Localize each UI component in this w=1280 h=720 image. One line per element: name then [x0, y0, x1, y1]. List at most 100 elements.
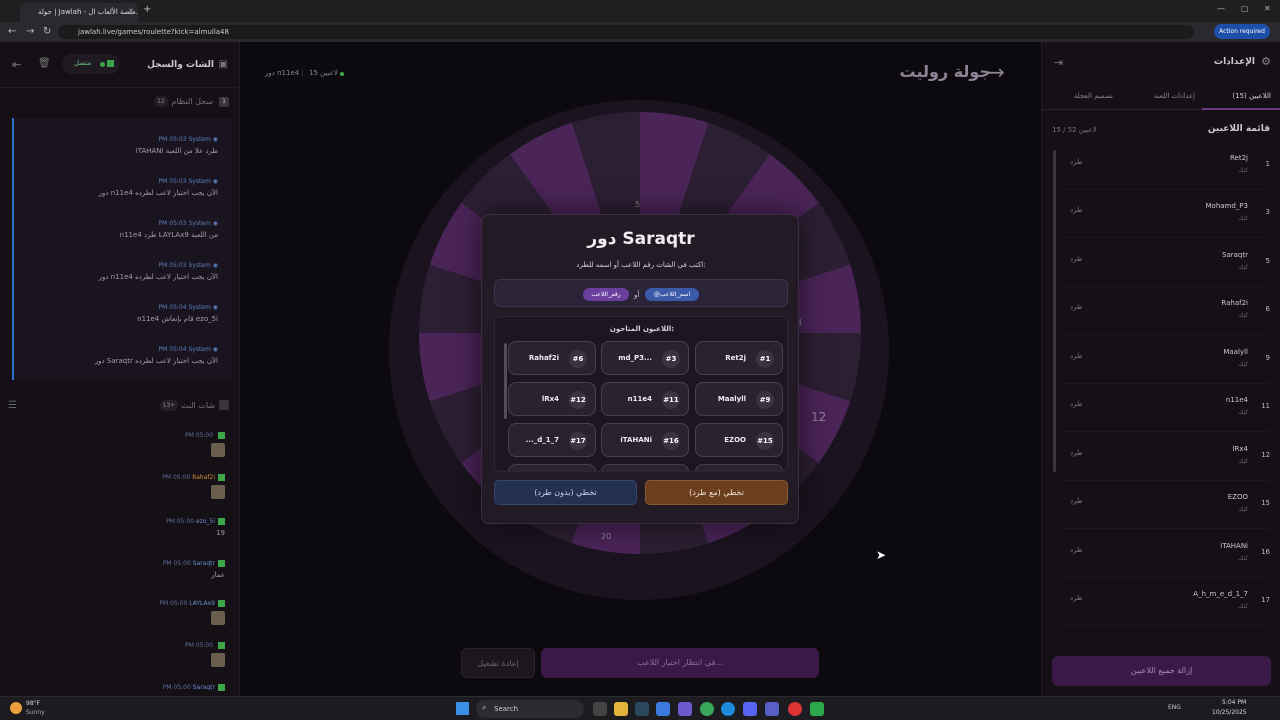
clock-time[interactable]: 5:04 PM — [1222, 699, 1246, 706]
available-players-box: اللاعبون المتاحون: #1 Ret2j #3 md_P3... #6… — [494, 316, 788, 472]
close-window-button[interactable]: ✕ — [1264, 5, 1271, 13]
kick-button[interactable]: طرد — [1070, 206, 1083, 214]
tab-close-icon[interactable]: ✕ — [128, 7, 134, 15]
player-option[interactable] — [695, 464, 783, 471]
player-option[interactable]: #11 n11e4 — [601, 382, 689, 416]
player-row: 17 A_h_m_e_d_1_7 كيك طرد — [1060, 580, 1270, 626]
player-option[interactable]: #6 Rahaf2i — [508, 341, 596, 375]
player-option[interactable]: #17 ..._d_1_7 — [508, 423, 596, 457]
taskbar: 98°F Sunny ⌕ Search ENG 5:04 PM 10/25/20… — [0, 696, 1280, 720]
player-platform: كيك — [1238, 264, 1248, 271]
kick-badge-icon — [218, 474, 225, 481]
skip-without-kick-button[interactable]: تخطي (بدون طرد) — [494, 480, 637, 505]
chat-sticker — [211, 485, 225, 499]
language-indicator[interactable]: ENG — [1168, 704, 1181, 711]
chat-time: PM 05:00 — [159, 600, 188, 607]
log-text: دور n11e4 الآن يجب اختيار لاعب لطرده — [98, 189, 218, 197]
player-number: 1 — [1265, 160, 1270, 168]
status-text: متصل — [74, 59, 92, 67]
chat-message: PM 05:00 Rahaf2i — [25, 474, 225, 502]
opera-icon[interactable] — [788, 702, 802, 716]
player-option-name: Ret2j — [725, 354, 746, 362]
kick-button[interactable]: طرد — [1070, 303, 1083, 311]
teams-icon[interactable] — [765, 702, 779, 716]
chat-panel-header: ⇤ 🗑 متصل الشات والسجل ▣ — [0, 42, 240, 88]
taskbar-search[interactable]: ⌕ Search — [476, 700, 584, 718]
tab-players[interactable]: اللاعبين (15) — [1232, 92, 1271, 100]
kick-button[interactable]: طرد — [1070, 546, 1083, 554]
chrome-icon[interactable] — [700, 702, 714, 716]
mail-icon[interactable] — [656, 702, 670, 716]
player-option[interactable]: #1 Ret2j — [695, 341, 783, 375]
player-number: 6 — [1265, 305, 1270, 313]
log-time: PM 05:04 — [158, 304, 187, 311]
player-option[interactable]: #12 lRx4 — [508, 382, 596, 416]
players-scrollbar[interactable] — [504, 343, 507, 419]
start-icon[interactable] — [456, 702, 469, 715]
maximize-button[interactable]: ▢ — [1241, 5, 1249, 13]
back-icon[interactable]: ← — [8, 27, 16, 37]
page: ⇤ 🗑 متصل الشات والسجل ▣ سجل النظام 1 12 … — [0, 42, 1280, 696]
player-name: iTAHANi — [1220, 542, 1248, 550]
players-list-count: 15 / 52 لاعبين — [1052, 126, 1097, 134]
kick-button[interactable]: طرد — [1070, 352, 1083, 360]
log-author: System — [188, 346, 211, 353]
player-option[interactable] — [601, 464, 689, 471]
replay-button[interactable]: إعادة تشغيل — [461, 648, 535, 678]
trash-icon[interactable]: 🗑 — [38, 58, 51, 69]
player-option-name: iTAHANi — [620, 436, 652, 444]
kick-button[interactable]: طرد — [1070, 255, 1083, 263]
address-bar[interactable]: jawlah.live/games/roulette?kick=almulla4… — [58, 25, 1194, 39]
settings-header: ⇥ الإعدادات ⚙ — [1042, 42, 1280, 84]
tab-wheel-design[interactable]: تصميم العجلة — [1074, 92, 1113, 100]
tab-game-settings[interactable]: إعدادات اللعبة — [1154, 92, 1195, 100]
player-option[interactable]: #15 EZOO — [695, 423, 783, 457]
action-required-button[interactable]: Action required — [1214, 24, 1270, 39]
log-time: PM 05:04 — [158, 346, 187, 353]
new-tab-button[interactable]: + — [143, 5, 151, 15]
player-option[interactable] — [508, 464, 596, 471]
file-explorer-icon[interactable] — [614, 702, 628, 716]
reload-icon[interactable]: ↻ — [43, 27, 51, 37]
kick-button[interactable]: طرد — [1070, 594, 1083, 602]
menu-icon[interactable]: ☰ — [8, 400, 17, 411]
clock-date[interactable]: 10/25/2025 — [1212, 709, 1247, 716]
minimize-button[interactable]: — — [1217, 5, 1225, 13]
chat-author: Saraqtr — [192, 684, 215, 691]
players-scrollbar[interactable] — [1053, 150, 1056, 472]
kick-badge-icon — [218, 600, 225, 607]
player-option-name: Rahaf2i — [528, 354, 559, 362]
chat-message: PM 05:00 LAYLAx9 — [25, 600, 225, 628]
log-author: System — [188, 220, 211, 227]
player-option[interactable]: #9 Maalyll — [695, 382, 783, 416]
player-option-number: #6 — [569, 350, 587, 368]
player-option[interactable]: #3 md_P3... — [601, 341, 689, 375]
kick-badge-icon — [218, 432, 225, 439]
chat-author: ezo_5i — [196, 518, 215, 525]
kick-app-icon[interactable] — [810, 702, 824, 716]
kick-button[interactable]: طرد — [1070, 158, 1083, 166]
kick-button[interactable]: طرد — [1070, 497, 1083, 505]
player-row: 6 Rahaf2i كيك طرد — [1060, 289, 1270, 335]
spin-button[interactable]: في انتظار اختيار اللاعب... — [541, 648, 819, 678]
kick-button[interactable]: طرد — [1070, 400, 1083, 408]
skip-with-kick-button[interactable]: تخطي (مع طرد) — [645, 480, 788, 505]
clear-all-players-button[interactable]: إزالة جميع اللاعبين — [1052, 656, 1271, 686]
discord-icon[interactable] — [743, 702, 757, 716]
browser-tab[interactable]: جولة | Jawlah - منصة الألعاب ال... ✕ — [20, 3, 138, 22]
player-option-number: #9 — [756, 391, 774, 409]
forward-icon[interactable]: → — [26, 27, 34, 37]
player-platform: كيك — [1238, 215, 1248, 222]
player-option-name: ..._d_1_7 — [525, 436, 559, 444]
collapse-panel-icon[interactable]: ⇥ — [1054, 56, 1063, 69]
collapse-panel-icon[interactable]: ⇤ — [12, 58, 21, 71]
edge-icon[interactable] — [721, 702, 735, 716]
chat-text: عمار — [211, 571, 225, 579]
player-option[interactable]: #16 iTAHANi — [601, 423, 689, 457]
chat-time: PM 05:00 — [166, 518, 195, 525]
connection-status: متصل — [62, 54, 120, 74]
app-icon[interactable] — [678, 702, 692, 716]
task-view-icon[interactable] — [593, 702, 607, 716]
steam-icon[interactable] — [635, 702, 649, 716]
kick-button[interactable]: طرد — [1070, 449, 1083, 457]
